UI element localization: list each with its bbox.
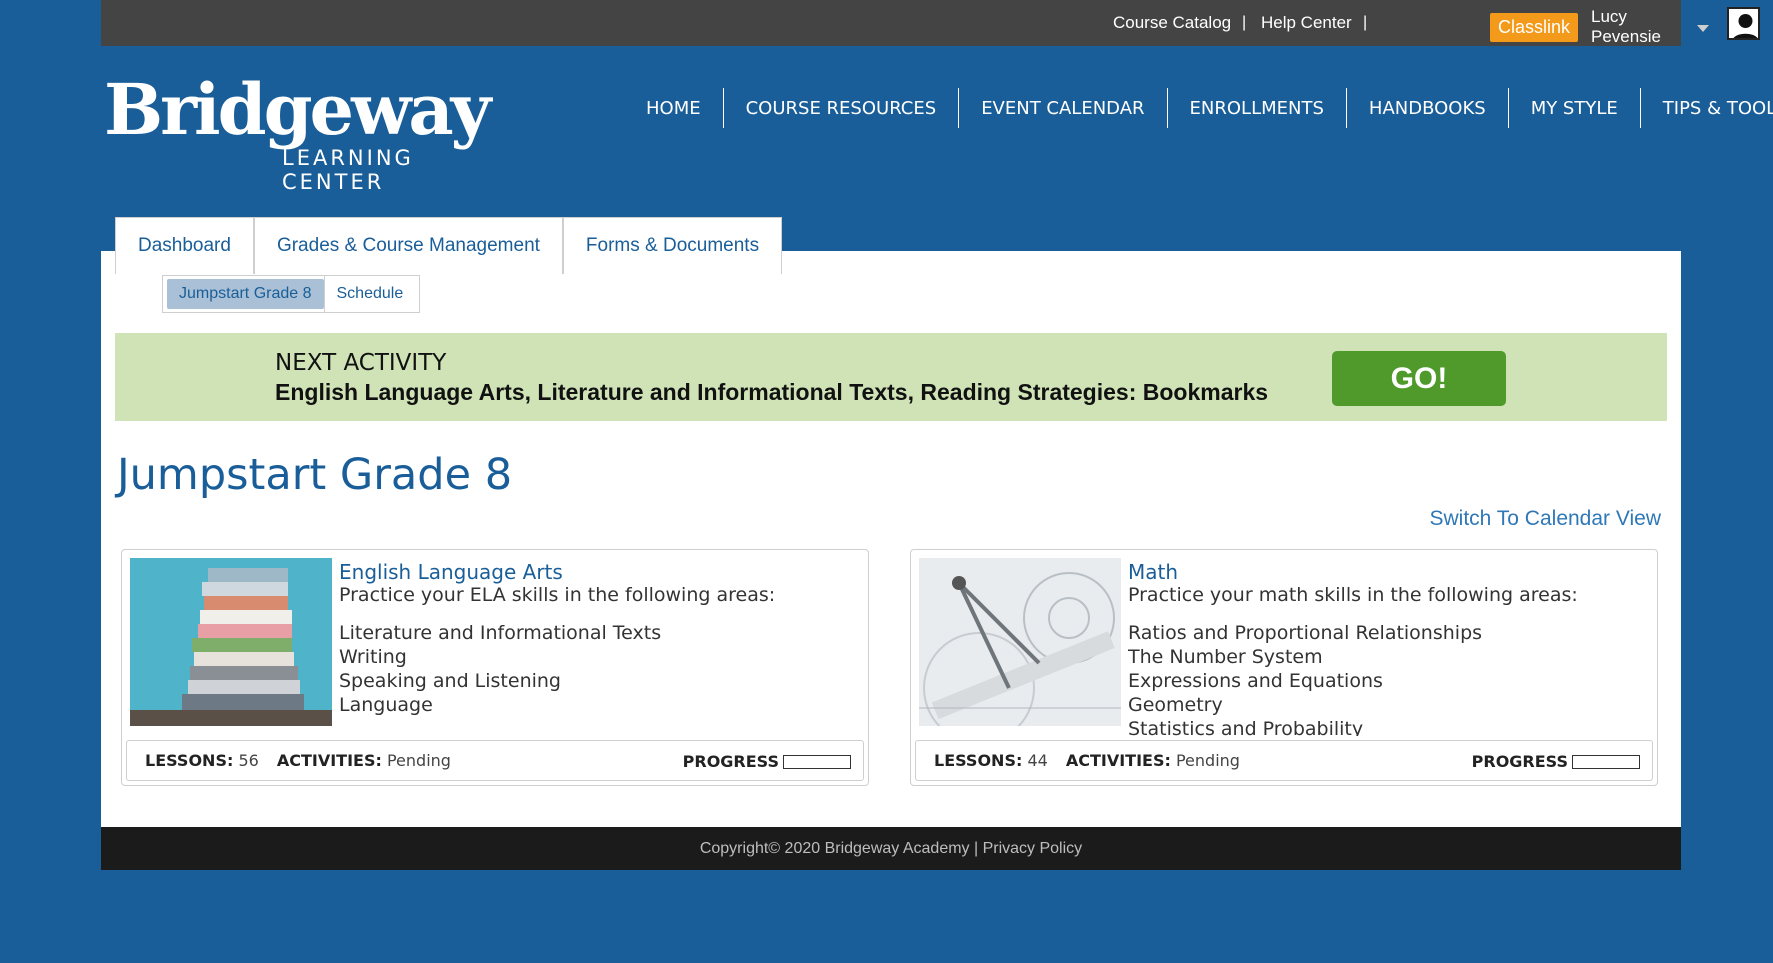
course-title[interactable]: English Language Arts	[339, 560, 563, 584]
user-menu-name[interactable]: Lucy Pevensie	[1591, 0, 1681, 54]
course-area: Speaking and Listening	[339, 670, 561, 692]
subtab-schedule[interactable]: Schedule	[323, 275, 416, 313]
help-center-link[interactable]: Help Center	[1261, 0, 1352, 46]
activities-label: ACTIVITIES:	[276, 751, 382, 770]
lessons-stat: LESSONS: 56	[145, 751, 259, 770]
progress-label: PROGRESS	[1471, 752, 1568, 771]
course-catalog-link[interactable]: Course Catalog	[1113, 0, 1231, 46]
activities-stat: ACTIVITIES: Pending	[1066, 751, 1240, 770]
course-area: Geometry	[1128, 694, 1223, 716]
switch-calendar-view-link[interactable]: Switch To Calendar View	[1429, 507, 1661, 531]
activities-status: Pending	[386, 751, 451, 770]
course-area: Expressions and Equations	[1128, 670, 1383, 692]
course-card-math: Math Practice your math skills in the fo…	[910, 549, 1658, 786]
subtab-jumpstart-grade-8[interactable]: Jumpstart Grade 8	[167, 279, 324, 309]
books-stack-image[interactable]	[130, 558, 332, 726]
nav-handbooks[interactable]: HANDBOOKS	[1345, 88, 1508, 128]
logo-wordmark: Bridgeway	[104, 68, 491, 151]
progress-stat: PROGRESS	[683, 741, 851, 782]
activities-status: Pending	[1175, 751, 1240, 770]
next-activity-heading: NEXT ACTIVITY	[275, 350, 447, 376]
tab-dashboard[interactable]: Dashboard	[115, 217, 254, 274]
lessons-label: LESSONS:	[934, 751, 1023, 770]
progress-label: PROGRESS	[682, 752, 779, 771]
activities-stat: ACTIVITIES: Pending	[277, 751, 451, 770]
course-description: Practice your ELA skills in the followin…	[339, 584, 776, 606]
course-stats: LESSONS: 44 ACTIVITIES: Pending PROGRESS	[915, 740, 1653, 781]
course-areas: Literature and Informational Texts Writi…	[339, 621, 661, 736]
course-stats: LESSONS: 56 ACTIVITIES: Pending PROGRESS	[126, 740, 864, 781]
utility-bar: Course Catalog | Help Center | Classlink…	[101, 0, 1760, 46]
course-area: Ratios and Proportional Relationships	[1128, 622, 1483, 644]
nav-home[interactable]: HOME	[624, 88, 723, 128]
page-title: Jumpstart Grade 8	[117, 450, 513, 500]
course-area: Statistics and Probability	[1128, 718, 1364, 736]
classlink-button[interactable]: Classlink	[1490, 13, 1578, 42]
user-avatar-icon	[1729, 9, 1758, 38]
logo-subtitle: LEARNING CENTER	[282, 146, 414, 194]
nav-tips-tools[interactable]: TIPS & TOOLS	[1639, 88, 1773, 128]
lessons-count: 56	[238, 751, 259, 770]
site-footer: Copyright© 2020 Bridgeway Academy | Priv…	[101, 827, 1681, 870]
progress-bar	[783, 754, 851, 769]
course-area: Writing	[339, 646, 407, 668]
course-subtabs: Jumpstart Grade 8 Schedule	[162, 275, 421, 313]
nav-my-style[interactable]: MY STYLE	[1507, 88, 1640, 128]
chevron-down-icon[interactable]	[1697, 25, 1709, 32]
utility-separator: |	[1363, 14, 1368, 31]
nav-event-calendar[interactable]: EVENT CALENDAR	[958, 88, 1166, 128]
course-area: Literature and Informational Texts	[339, 622, 662, 644]
course-card-ela: English Language Arts Practice your ELA …	[121, 549, 869, 786]
next-activity-banner: NEXT ACTIVITY English Language Arts, Lit…	[115, 333, 1667, 421]
bridgeway-logo[interactable]: Bridgeway LEARNING CENTER	[104, 68, 524, 195]
tab-forms-documents[interactable]: Forms & Documents	[562, 217, 783, 274]
nav-course-resources[interactable]: COURSE RESOURCES	[722, 88, 959, 128]
course-area: Language	[339, 694, 433, 716]
progress-stat: PROGRESS	[1472, 741, 1640, 782]
lessons-count: 44	[1027, 751, 1048, 770]
main-tabs: Dashboard Grades & Course Management For…	[115, 217, 783, 274]
utility-separator: |	[1242, 14, 1247, 31]
nav-enrollments[interactable]: ENROLLMENTS	[1166, 88, 1346, 128]
course-description: Practice your math skills in the followi…	[1128, 584, 1578, 606]
footer-copyright[interactable]: Copyright© 2020 Bridgeway Academy | Priv…	[700, 840, 1082, 858]
go-button[interactable]: GO!	[1332, 351, 1506, 406]
course-area: The Number System	[1128, 646, 1323, 668]
lessons-label: LESSONS:	[145, 751, 234, 770]
avatar[interactable]	[1727, 7, 1760, 40]
lessons-stat: LESSONS: 44	[934, 751, 1048, 770]
course-title[interactable]: Math	[1128, 560, 1178, 584]
activities-label: ACTIVITIES:	[1065, 751, 1171, 770]
progress-bar	[1572, 754, 1640, 769]
course-areas: Ratios and Proportional Relationships Th…	[1128, 621, 1482, 736]
compass-ruler-image[interactable]	[919, 558, 1121, 726]
tab-grades-course-management[interactable]: Grades & Course Management	[253, 217, 563, 274]
next-activity-title: English Language Arts, Literature and In…	[275, 379, 1269, 405]
main-nav: HOME COURSE RESOURCES EVENT CALENDAR ENR…	[624, 88, 1773, 128]
